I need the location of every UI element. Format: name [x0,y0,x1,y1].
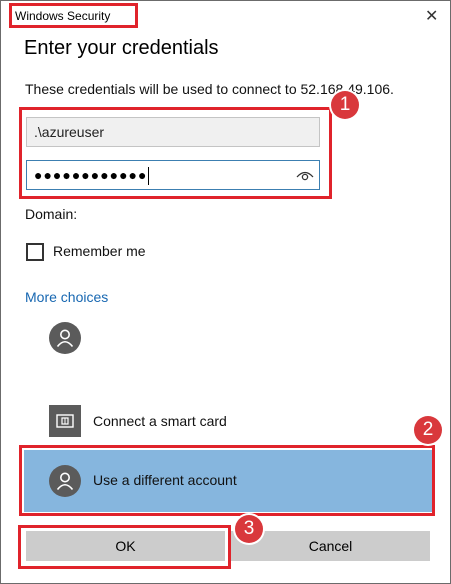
choice-smart-card[interactable]: Connect a smart card [24,393,432,447]
annotation-box-title [9,3,138,28]
remember-me-label[interactable]: Remember me [53,243,146,259]
choice-saved-account[interactable] [24,311,432,365]
annotation-badge-1: 1 [331,91,359,119]
annotation-box-different-account [19,445,435,516]
annotation-badge-3: 3 [235,515,263,543]
smart-card-icon [49,405,81,437]
user-avatar-icon [49,322,81,354]
annotation-box-credentials [19,107,332,199]
annotation-badge-2: 2 [414,416,442,444]
more-choices-link[interactable]: More choices [25,289,108,305]
annotation-box-ok [18,525,231,569]
credentials-dialog: Windows Security ✕ Enter your credential… [0,0,451,584]
domain-label: Domain: [25,206,78,222]
choice-label: Connect a smart card [93,413,227,429]
dialog-heading: Enter your credentials [24,37,219,59]
remember-me-checkbox[interactable] [26,243,44,261]
close-icon[interactable]: ✕ [425,6,438,26]
